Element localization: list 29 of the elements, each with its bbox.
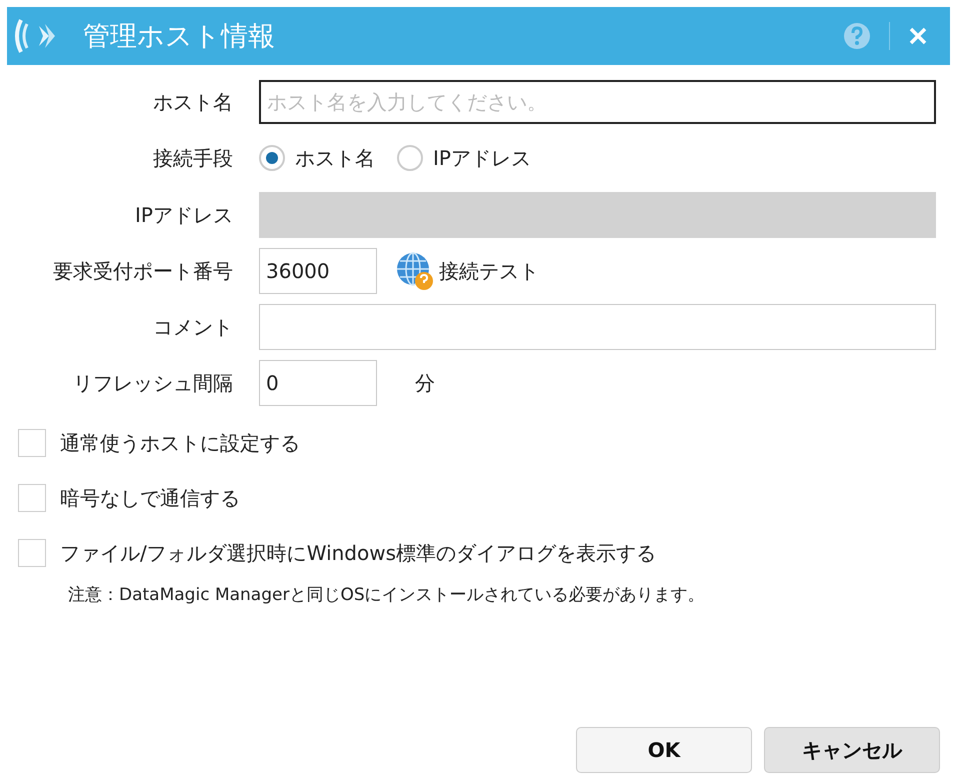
radio-option[interactable]: IPアドレス xyxy=(397,144,531,172)
window-title: 管理ホスト情報 xyxy=(83,20,275,54)
field-label: 要求受付ポート番号 xyxy=(52,258,233,284)
refresh-interval-field[interactable]: 0 xyxy=(259,360,377,406)
dialog-button[interactable]: OK xyxy=(576,727,752,773)
port-field[interactable]: 36000 xyxy=(259,248,377,294)
radio-circle[interactable] xyxy=(397,145,423,171)
checkbox[interactable] xyxy=(18,539,46,567)
field-label: IPアドレス xyxy=(134,202,233,228)
dialog-button[interactable]: キャンセル xyxy=(764,727,940,773)
checkbox-option[interactable]: ファイル/フォルダ選択時にWindows標準のダイアログを表示する xyxy=(18,538,950,568)
globe-icon xyxy=(395,251,435,291)
checkbox-option[interactable]: 暗号なしで通信する xyxy=(18,483,950,513)
unit-label: 分 xyxy=(415,370,435,396)
host-name-field[interactable]: ホスト名を入力してください。 xyxy=(259,80,936,124)
field-label: コメント xyxy=(152,314,233,340)
connection-test-button[interactable]: 接続テスト xyxy=(395,251,539,291)
radio-circle[interactable] xyxy=(259,145,285,171)
help-icon[interactable] xyxy=(843,22,871,50)
field-label: 接続手段 xyxy=(152,144,233,172)
checkbox-option[interactable]: 通常使うホストに設定する xyxy=(18,428,950,458)
comment-field[interactable] xyxy=(259,304,936,350)
checkbox[interactable] xyxy=(18,484,46,512)
radio-option[interactable]: ホスト名 xyxy=(259,144,375,172)
close-icon[interactable] xyxy=(908,26,928,46)
note-text: 注意：DataMagic Managerと同じOSにインストールされている必要があります。 xyxy=(68,584,706,606)
checkbox[interactable] xyxy=(18,429,46,457)
field-label: リフレッシュ間隔 xyxy=(72,370,233,396)
field-label: ホスト名 xyxy=(152,88,233,116)
